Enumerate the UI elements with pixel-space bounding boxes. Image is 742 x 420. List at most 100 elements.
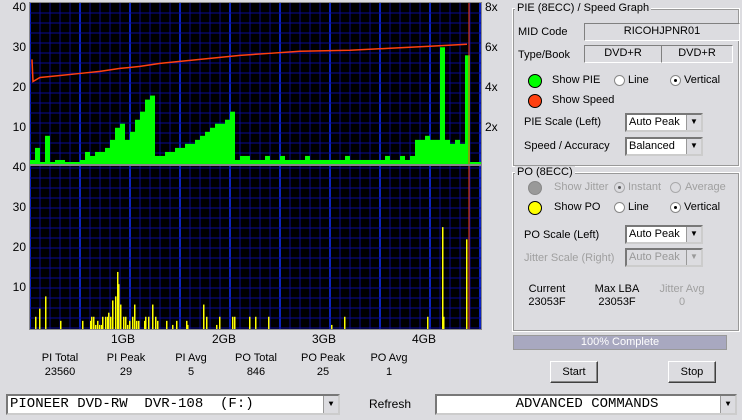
po-bar (129, 320, 131, 329)
po-bar (344, 316, 346, 329)
stat-label: PI Peak (106, 352, 146, 364)
pie-bar (460, 143, 465, 164)
show-pie-label: Show PIE (552, 74, 601, 86)
po-bar (138, 320, 140, 329)
chevron-down-icon[interactable]: ▼ (686, 250, 701, 265)
po-group-title: PO (8ECC) (515, 166, 575, 178)
po-bar (118, 284, 120, 329)
pie-bar (230, 111, 235, 164)
pie-bar (450, 143, 455, 164)
show-po-label: Show PO (554, 201, 601, 213)
po-vertical-label: Vertical (684, 201, 721, 213)
pie-vertical-radio[interactable] (670, 75, 681, 86)
speed-accuracy-select[interactable]: Balanced ▼ (625, 137, 703, 156)
show-jitter-toggle[interactable] (528, 181, 542, 195)
speed-accuracy-value: Balanced (629, 140, 675, 152)
chevron-down-icon[interactable]: ▼ (686, 227, 701, 242)
speed-accuracy-label: Speed / Accuracy (524, 140, 610, 152)
stat-value: 25 (316, 366, 330, 378)
chevron-down-icon[interactable]: ▼ (686, 115, 701, 130)
po-bar (152, 304, 154, 329)
stat-label: PO Total (235, 352, 277, 364)
pie-scale-select[interactable]: Auto Peak ▼ (625, 113, 703, 132)
pie-bar (185, 143, 190, 164)
po-bar (60, 320, 62, 329)
type-book-label: Type/Book (518, 49, 570, 61)
pie-axis-tick: 10 (12, 120, 26, 134)
start-button[interactable]: Start (550, 361, 598, 383)
jitter-instant-radio[interactable] (614, 182, 625, 193)
show-pie-toggle[interactable] (528, 74, 542, 88)
pie-bar (45, 135, 50, 164)
po-vertical-radio[interactable] (670, 202, 681, 213)
stop-button[interactable]: Stop (668, 361, 716, 383)
pie-bar (215, 123, 220, 164)
jitter-average-label: Average (685, 181, 726, 193)
show-speed-label: Show Speed (552, 94, 615, 106)
pie-bar (115, 127, 120, 164)
po-bar (45, 296, 47, 329)
po-line-label: Line (628, 201, 649, 213)
stat-value: 23560 (44, 366, 76, 378)
po-bar (234, 316, 236, 329)
po-bar (216, 324, 218, 329)
pie-bar (125, 139, 130, 164)
po-axis-tick: 10 (12, 280, 26, 294)
pie-scale-value: Auto Peak (629, 116, 680, 128)
progress-label: 100% Complete (580, 336, 660, 348)
advanced-commands-value: ADVANCED COMMANDS (515, 396, 659, 412)
po-bar (203, 304, 205, 329)
stat-value: 846 (246, 366, 266, 378)
po-bar (91, 316, 93, 329)
po-bar (35, 316, 37, 329)
current-label: Current (528, 283, 566, 295)
drive-value: PIONEER DVD-RW DVR-108 (F:) (10, 396, 254, 412)
po-scale-select[interactable]: Auto Peak ▼ (625, 225, 703, 244)
show-speed-toggle[interactable] (528, 94, 542, 108)
pie-scale-label: PIE Scale (Left) (524, 116, 602, 128)
pie-bar (420, 139, 425, 164)
po-bar (93, 316, 95, 329)
x-axis-tick: 3GB (312, 332, 337, 346)
po-bar (268, 316, 270, 329)
po-bar (145, 316, 147, 329)
po-bar (172, 324, 174, 329)
jitter-avg-value: 0 (678, 296, 686, 308)
pie-bar (440, 47, 445, 164)
po-bar (331, 324, 333, 329)
po-bar (187, 324, 189, 329)
speed-axis-tick: 4x (485, 80, 498, 94)
po-bar (39, 308, 41, 329)
pie-bar (135, 119, 140, 164)
chevron-down-icon[interactable]: ▼ (686, 139, 701, 154)
drive-select[interactable]: PIONEER DVD-RW DVR-108 (F:) ▼ (6, 394, 340, 415)
max-lba-value: 23053F (598, 296, 636, 308)
jitter-scale-select[interactable]: Auto Peak ▼ (625, 248, 703, 267)
pie-line-radio[interactable] (614, 75, 625, 86)
chevron-down-icon[interactable]: ▼ (720, 396, 735, 413)
po-line-radio[interactable] (614, 202, 625, 213)
jitter-scale-value: Auto Peak (629, 251, 680, 263)
po-bar (442, 227, 444, 329)
pie-axis-tick: 40 (12, 0, 26, 14)
po-bar (155, 316, 157, 329)
pie-bar (435, 139, 440, 164)
stat-label: PI Avg (175, 352, 207, 364)
po-axis-tick: 40 (12, 160, 26, 174)
advanced-commands-select[interactable]: ADVANCED COMMANDS ▼ (435, 394, 737, 415)
jitter-average-radio[interactable] (670, 182, 681, 193)
po-axis-tick: 20 (12, 240, 26, 254)
show-po-toggle[interactable] (528, 201, 542, 215)
pie-bar (145, 99, 150, 164)
speed-axis-tick: 2x (485, 120, 498, 134)
refresh-button[interactable]: Refresh (369, 397, 411, 411)
pie-line-label: Line (628, 74, 649, 86)
speed-axis-tick: 6x (485, 40, 498, 54)
max-lba-label: Max LBA (594, 283, 640, 295)
jitter-scale-label: Jitter Scale (Right) (524, 252, 615, 264)
jitter-instant-label: Instant (628, 181, 662, 193)
x-axis-tick: 2GB (212, 332, 237, 346)
po-bar (166, 320, 168, 329)
pie-bar (180, 147, 185, 164)
chevron-down-icon[interactable]: ▼ (323, 396, 338, 413)
